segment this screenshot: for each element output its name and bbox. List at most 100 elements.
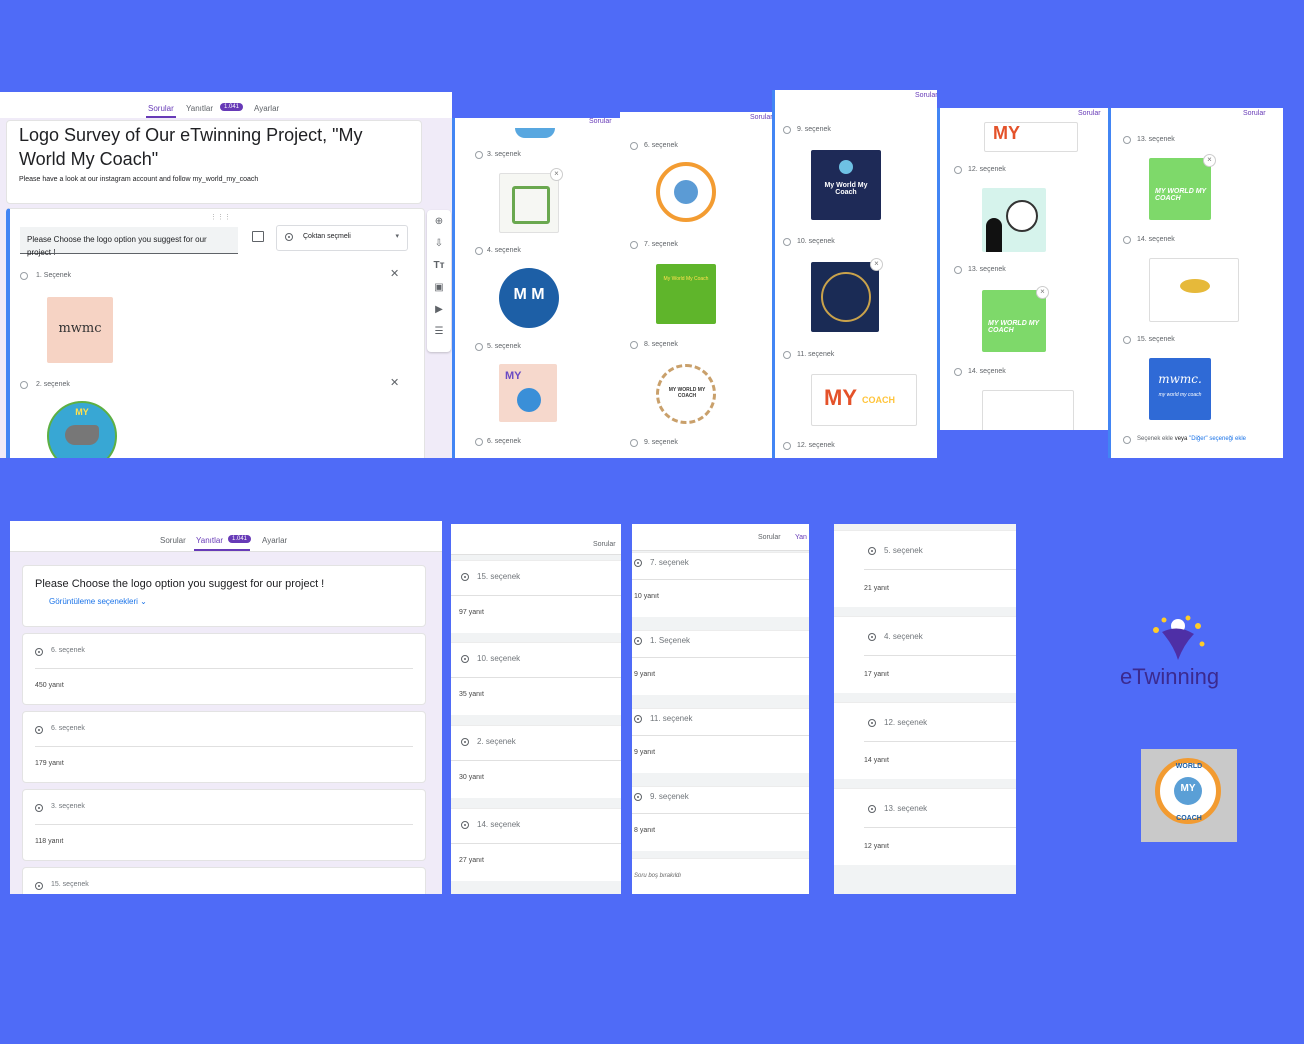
question-type-label: Çoktan seçmeli xyxy=(303,233,351,240)
option-13-radio[interactable] xyxy=(1123,136,1131,144)
drag-handle-icon[interactable]: ⋮⋮⋮ xyxy=(210,213,231,221)
response-option-card: 3. seçenek 118 yanıt xyxy=(22,789,426,861)
response-count: 12 yanıt xyxy=(864,843,889,850)
remove-option-13-icon[interactable]: × xyxy=(1036,286,1049,299)
remove-option-1-icon[interactable]: ✕ xyxy=(390,267,399,280)
add-video-icon[interactable]: ▶ xyxy=(432,304,446,315)
option-label: 14. seçenek xyxy=(477,820,521,829)
option-3-label[interactable]: 3. seçenek xyxy=(487,151,521,158)
option-15-radio[interactable] xyxy=(1123,336,1131,344)
response-option-card: 1. Seçenek 9 yanıt xyxy=(632,630,809,695)
remove-option-13-icon[interactable]: × xyxy=(1203,154,1216,167)
remove-option-2-icon[interactable]: ✕ xyxy=(390,376,399,389)
question-input[interactable]: Please Choose the logo option you sugges… xyxy=(20,227,238,257)
response-option-card: 12. seçenek 14 yanıt xyxy=(834,702,1016,779)
option-14-label[interactable]: 14. seçenek xyxy=(968,368,1006,375)
option-label: 15. seçenek xyxy=(51,881,89,888)
option-radio-icon xyxy=(35,726,43,734)
option-8-label[interactable]: 8. seçenek xyxy=(644,341,678,348)
option-10-radio[interactable] xyxy=(783,238,791,246)
tab-questions[interactable]: Sorular xyxy=(148,104,174,113)
response-option-card: 2. seçenek 30 yanıt xyxy=(451,725,621,798)
tab-questions[interactable]: Sorular xyxy=(589,118,612,125)
option-label: 3. seçenek xyxy=(51,803,85,810)
option-12-label[interactable]: 12. seçenek xyxy=(968,166,1006,173)
option-12-radio[interactable] xyxy=(783,442,791,450)
remove-option-10-icon[interactable]: × xyxy=(870,258,883,271)
option-4-label[interactable]: 4. seçenek xyxy=(487,247,521,254)
response-option-card: 11. seçenek 9 yanıt xyxy=(632,708,809,773)
tab-responses[interactable]: Yanıtlar xyxy=(186,104,213,113)
option-12-radio[interactable] xyxy=(954,166,962,174)
option-1-radio[interactable] xyxy=(20,272,28,280)
option-2-label[interactable]: 2. seçenek xyxy=(36,381,70,388)
option-14-radio[interactable] xyxy=(1123,236,1131,244)
import-questions-icon[interactable]: ⇩ xyxy=(432,238,446,249)
option-5-radio[interactable] xyxy=(475,343,483,351)
option-radio-icon xyxy=(461,573,469,581)
option-2-radio[interactable] xyxy=(20,381,28,389)
add-section-icon[interactable]: ☰ xyxy=(432,326,446,337)
coach-ring-my: MY xyxy=(1180,783,1196,794)
option-9-label[interactable]: 9. seçenek xyxy=(644,439,678,446)
option-label: 2. seçenek xyxy=(477,737,516,746)
tab-questions[interactable]: Sorular xyxy=(915,92,937,99)
option-6-radio[interactable] xyxy=(475,438,483,446)
form-description[interactable]: Please have a look at our instagram acco… xyxy=(19,176,258,183)
globe-icon xyxy=(674,180,698,204)
option-6-label[interactable]: 6. seçenek xyxy=(644,142,678,149)
side-toolbar: ⊕ ⇩ Tт ▣ ▶ ☰ xyxy=(427,210,451,352)
option-14-radio[interactable] xyxy=(954,368,962,376)
option-1-label[interactable]: 1. Seçenek xyxy=(36,272,71,279)
option-8-radio[interactable] xyxy=(630,341,638,349)
option-9-label[interactable]: 9. seçenek xyxy=(797,126,831,133)
strip-panel-4: Sorular 9. seçenek My World My Coach 10.… xyxy=(772,90,937,458)
option-10-label[interactable]: 10. seçenek xyxy=(797,238,835,245)
tab-questions[interactable]: Sorular xyxy=(750,114,772,121)
tab-questions[interactable]: Sorular xyxy=(758,534,781,541)
add-question-icon[interactable]: ⊕ xyxy=(432,216,446,227)
option-13-radio[interactable] xyxy=(954,266,962,274)
tab-settings[interactable]: Ayarlar xyxy=(254,104,279,113)
question-text: Please Choose the logo option you sugges… xyxy=(27,235,207,257)
option-7-label[interactable]: 7. seçenek xyxy=(644,241,678,248)
option-4-radio[interactable] xyxy=(475,247,483,255)
option-radio-icon xyxy=(634,715,642,723)
form-title[interactable]: Logo Survey of Our eTwinning Project, "M… xyxy=(19,123,409,171)
option-3-radio[interactable] xyxy=(475,151,483,159)
option-15-label[interactable]: 15. seçenek xyxy=(1137,336,1175,343)
tab-questions[interactable]: Sorular xyxy=(1243,110,1266,117)
option-14-label[interactable]: 14. seçenek xyxy=(1137,236,1175,243)
option-9-radio[interactable] xyxy=(783,126,791,134)
tab-responses[interactable]: Yanıtlar xyxy=(196,536,223,545)
add-title-icon[interactable]: Tт xyxy=(432,260,446,271)
tab-settings[interactable]: Ayarlar xyxy=(262,536,287,545)
image-add-icon[interactable] xyxy=(252,231,264,242)
radio-type-icon xyxy=(285,233,293,241)
option-11-label[interactable]: 11. seçenek xyxy=(797,351,834,358)
option-6-radio[interactable] xyxy=(630,142,638,150)
option-11-radio[interactable] xyxy=(783,351,791,359)
globe-icon xyxy=(517,388,541,412)
tab-questions[interactable]: Sorular xyxy=(593,541,616,548)
logo-green-coach: MY WORLD MY COACH xyxy=(982,290,1046,352)
tab-questions[interactable]: Sorular xyxy=(1078,110,1101,117)
add-other-option-link[interactable]: "Diğer" seçeneği ekle xyxy=(1189,436,1246,442)
view-options-link[interactable]: Görüntüleme seçenekleri ⌄ xyxy=(49,597,147,606)
option-13-label[interactable]: 13. seçenek xyxy=(968,266,1006,273)
add-image-icon[interactable]: ▣ xyxy=(432,282,446,293)
add-option-text[interactable]: Seçenek ekle xyxy=(1137,436,1173,442)
option-6-label[interactable]: 6. seçenek xyxy=(487,438,521,445)
response-option-card: 10. seçenek 35 yanıt xyxy=(451,642,621,715)
option-12-label[interactable]: 12. seçenek xyxy=(797,442,835,449)
response-option-card: 14. seçenek 27 yanıt xyxy=(451,808,621,881)
option-7-radio[interactable] xyxy=(630,241,638,249)
option-5-label[interactable]: 5. seçenek xyxy=(487,343,521,350)
question-type-dropdown[interactable]: Çoktan seçmeli ▾ xyxy=(276,225,408,251)
response-count: 9 yanıt xyxy=(634,749,656,756)
option-9-radio[interactable] xyxy=(630,439,638,447)
tab-responses[interactable]: Yan xyxy=(795,534,807,541)
tab-questions[interactable]: Sorular xyxy=(160,536,186,545)
option-13-label[interactable]: 13. seçenek xyxy=(1137,136,1175,143)
remove-option-3-icon[interactable]: × xyxy=(550,168,563,181)
